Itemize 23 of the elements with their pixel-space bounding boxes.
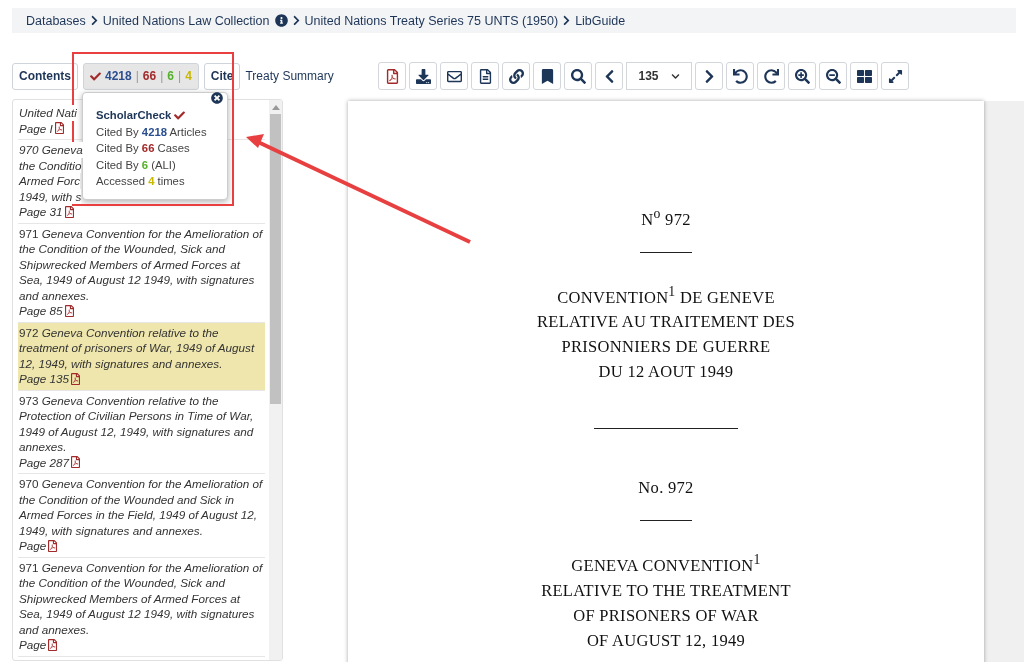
entry-title: 970 Geneva <box>19 142 83 158</box>
document-text: N$^{o}$ 972 <box>641 205 691 231</box>
entry-title: 970 Geneva Convention for the Amelioration of the Condition of the Wounded and Sick in Armed Forces in the Field, 1949 of August 12, 1949, with signatures and annexes. <box>19 477 263 537</box>
document-text: GENEVA CONVENTION$^{1}$ <box>570 551 762 577</box>
document-text: OF PRISONERS OF WAR <box>572 604 760 627</box>
entry-title: 971 Geneva Convention for the Amelioration of the Condition of the Wounded, Sick and Shipwrecked Members of Armed Forces at Sea, 1949 of August 12 1949, with signatures and annexes. <box>19 226 263 302</box>
document-text: RELATIVE AU TRAITEMENT DES <box>537 311 795 333</box>
entry-title: 973 Geneva Convention relative to the Protection of Civilian Persons in Time of War, 1949 of August 12, 1949, with signatures and annexes. <box>19 393 254 453</box>
citation-count: Cited By 6 (ALI) <box>96 157 177 173</box>
popup-title: ScholarCheck <box>96 108 172 123</box>
citation-count: Cited By 66 Cases <box>96 141 191 156</box>
entry-title: 972 Geneva Convention relative to the treatment of prisoners of War, 1949 of August 12, 1949, with signatures and annexes. <box>19 325 255 370</box>
document-text: DU 12 AOUT 1949 <box>597 361 735 383</box>
document-text: CONVENTION$^{1}$ DE GENEVE <box>556 282 776 308</box>
citation-count: Cited By 4218 Articles <box>96 124 208 140</box>
entry-title: 971 Geneva Convention for the Amelioration of the Condition of the Wounded, Sick and Shipwrecked Members of Armed Forces at Sea, 1949 of August 12 1949, with signatures and annexes. <box>19 560 263 636</box>
entry-title: Armed Forc <box>19 173 81 189</box>
entry-title: United Nati <box>19 105 77 121</box>
citation-count: Accessed 4 times <box>96 174 186 189</box>
document-text: RELATIVE TO THE TREATMENT <box>541 579 791 602</box>
document-text: PRISONNIERS DE GUERRE <box>560 336 772 358</box>
document-text: No. 972 <box>638 477 694 499</box>
document-text: OF AUGUST 12, 1949 <box>585 629 747 652</box>
